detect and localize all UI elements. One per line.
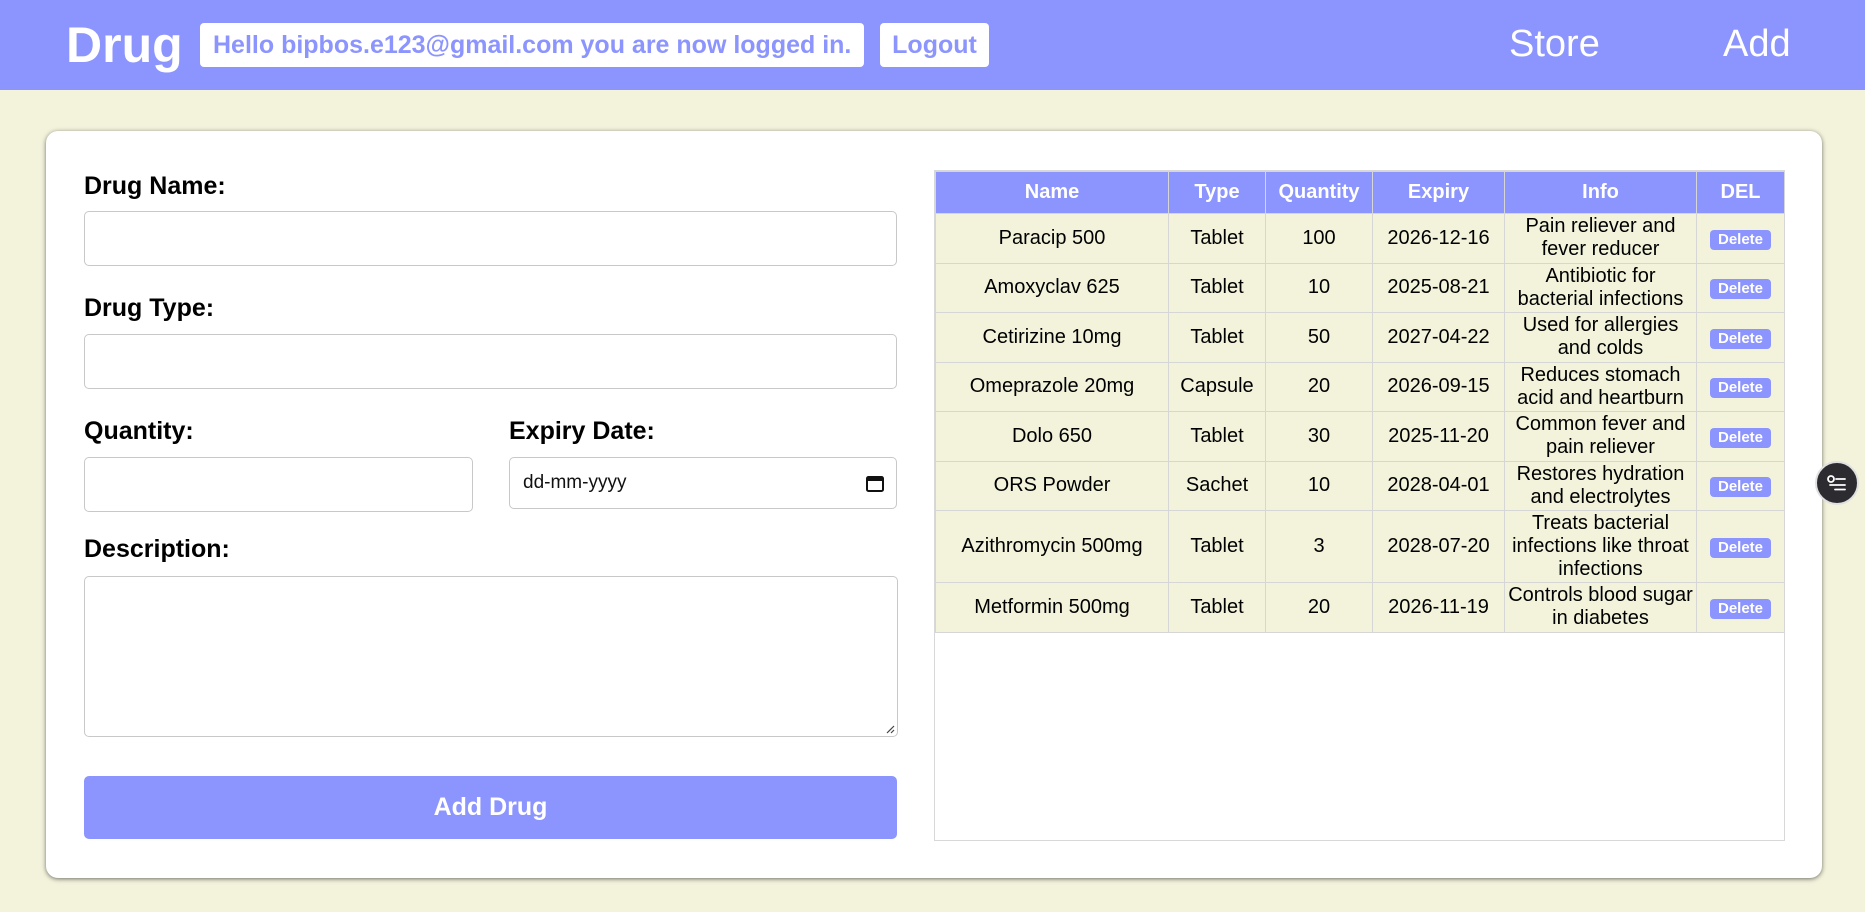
navbar: Drug Hello bipbos.e123@gmail.com you are… xyxy=(0,0,1865,90)
cell-name: Amoxyclav 625 xyxy=(935,262,1169,313)
expiry-date-placeholder: dd-mm-yyyy xyxy=(523,472,627,493)
cell-info: Reduces stomach acid and heartburn xyxy=(1504,361,1697,412)
cell-expiry: 2028-04-01 xyxy=(1372,460,1505,511)
header-name: Name xyxy=(935,171,1169,214)
cell-name: Dolo 650 xyxy=(935,411,1169,462)
delete-button[interactable]: Delete xyxy=(1709,279,1772,300)
table-row: Cetirizine 10mg Tablet 50 2027-04-22 Use… xyxy=(935,312,1785,363)
header-info: Info xyxy=(1504,171,1697,214)
cell-expiry: 2026-09-15 xyxy=(1372,361,1505,412)
table-row: Metformin 500mg Tablet 20 2026-11-19 Con… xyxy=(935,582,1785,633)
drug-table-panel: Name Type Quantity Expiry Info DEL Parac… xyxy=(934,170,1785,841)
cell-del: Delete xyxy=(1696,582,1785,633)
cell-name: Omeprazole 20mg xyxy=(935,361,1169,412)
cell-type: Tablet xyxy=(1168,262,1266,313)
cell-quantity: 10 xyxy=(1265,460,1373,511)
cell-info: Treats bacterial infections like throat … xyxy=(1504,510,1697,583)
description-label: Description: xyxy=(84,535,230,563)
cell-quantity: 3 xyxy=(1265,510,1373,583)
cell-name: Metformin 500mg xyxy=(935,582,1169,633)
floating-action-button[interactable] xyxy=(1815,461,1859,505)
cell-expiry: 2025-11-20 xyxy=(1372,411,1505,462)
logout-button[interactable]: Logout xyxy=(880,23,989,67)
header-type: Type xyxy=(1168,171,1266,214)
drug-table: Name Type Quantity Expiry Info DEL Parac… xyxy=(935,171,1785,633)
cell-quantity: 10 xyxy=(1265,262,1373,313)
cell-info: Pain reliever and fever reducer xyxy=(1504,213,1697,264)
brand-logo[interactable]: Drug xyxy=(66,16,183,74)
cell-expiry: 2025-08-21 xyxy=(1372,262,1505,313)
cell-type: Capsule xyxy=(1168,361,1266,412)
drug-name-input[interactable] xyxy=(84,211,897,266)
delete-button[interactable]: Delete xyxy=(1709,538,1772,558)
cell-expiry: 2026-12-16 xyxy=(1372,213,1505,264)
table-row: Dolo 650 Tablet 30 2025-11-20 Common fev… xyxy=(935,411,1785,462)
cell-expiry: 2028-07-20 xyxy=(1372,510,1505,583)
cell-name: Cetirizine 10mg xyxy=(935,312,1169,363)
table-row: Omeprazole 20mg Capsule 20 2026-09-15 Re… xyxy=(935,361,1785,412)
expiry-date-label: Expiry Date: xyxy=(509,417,655,445)
cell-name: Azithromycin 500mg xyxy=(935,510,1169,583)
cell-type: Tablet xyxy=(1168,510,1266,583)
cell-del: Delete xyxy=(1696,361,1785,412)
header-quantity: Quantity xyxy=(1265,171,1373,214)
drug-type-label: Drug Type: xyxy=(84,294,215,322)
delete-button[interactable]: Delete xyxy=(1709,598,1772,619)
table-row: Azithromycin 500mg Tablet 3 2028-07-20 T… xyxy=(935,510,1785,583)
cell-info: Used for allergies and colds xyxy=(1504,312,1697,363)
delete-button[interactable]: Delete xyxy=(1709,477,1772,498)
table-header-row: Name Type Quantity Expiry Info DEL xyxy=(935,171,1785,214)
login-greeting: Hello bipbos.e123@gmail.com you are now … xyxy=(200,23,865,67)
cell-type: Tablet xyxy=(1168,411,1266,462)
quantity-input[interactable] xyxy=(84,457,473,512)
nav-link-store[interactable]: Store xyxy=(1509,20,1600,68)
cell-expiry: 2026-11-19 xyxy=(1372,582,1505,633)
delete-button[interactable]: Delete xyxy=(1709,427,1772,448)
drug-name-label: Drug Name: xyxy=(84,172,226,200)
cell-del: Delete xyxy=(1696,262,1785,313)
cell-info: Controls blood sugar in diabetes xyxy=(1504,582,1697,633)
cell-type: Tablet xyxy=(1168,582,1266,633)
nav-link-add[interactable]: Add xyxy=(1723,20,1791,68)
cell-del: Delete xyxy=(1696,213,1785,264)
resize-grip-icon[interactable] xyxy=(885,724,895,734)
expiry-date-input[interactable]: dd-mm-yyyy xyxy=(509,457,897,509)
cell-expiry: 2027-04-22 xyxy=(1372,312,1505,363)
quantity-label: Quantity: xyxy=(84,417,194,445)
cell-del: Delete xyxy=(1696,411,1785,462)
add-drug-button[interactable]: Add Drug xyxy=(84,776,897,839)
delete-button[interactable]: Delete xyxy=(1709,328,1772,349)
cell-del: Delete xyxy=(1696,312,1785,363)
cell-type: Sachet xyxy=(1168,460,1266,511)
description-textarea[interactable] xyxy=(84,576,898,737)
cell-del: Delete xyxy=(1696,460,1785,511)
table-row: Amoxyclav 625 Tablet 10 2025-08-21 Antib… xyxy=(935,262,1785,313)
cell-quantity: 20 xyxy=(1265,361,1373,412)
cell-info: Restores hydration and electrolytes xyxy=(1504,460,1697,511)
cell-name: ORS Powder xyxy=(935,460,1169,511)
delete-button[interactable]: Delete xyxy=(1709,378,1772,399)
table-row: Paracip 500 Tablet 100 2026-12-16 Pain r… xyxy=(935,213,1785,264)
cell-quantity: 100 xyxy=(1265,213,1373,264)
calendar-icon[interactable] xyxy=(866,475,884,492)
header-del: DEL xyxy=(1696,171,1785,214)
cell-quantity: 20 xyxy=(1265,582,1373,633)
delete-button[interactable]: Delete xyxy=(1709,229,1772,250)
cell-info: Common fever and pain reliever xyxy=(1504,411,1697,462)
cell-quantity: 50 xyxy=(1265,312,1373,363)
drug-type-input[interactable] xyxy=(84,334,897,389)
list-settings-icon xyxy=(1827,475,1846,491)
cell-info: Antibiotic for bacterial infections xyxy=(1504,262,1697,313)
cell-type: Tablet xyxy=(1168,312,1266,363)
table-row: ORS Powder Sachet 10 2028-04-01 Restores… xyxy=(935,460,1785,511)
cell-type: Tablet xyxy=(1168,213,1266,264)
cell-name: Paracip 500 xyxy=(935,213,1169,264)
cell-quantity: 30 xyxy=(1265,411,1373,462)
cell-del: Delete xyxy=(1696,510,1785,583)
header-expiry: Expiry xyxy=(1372,171,1505,214)
